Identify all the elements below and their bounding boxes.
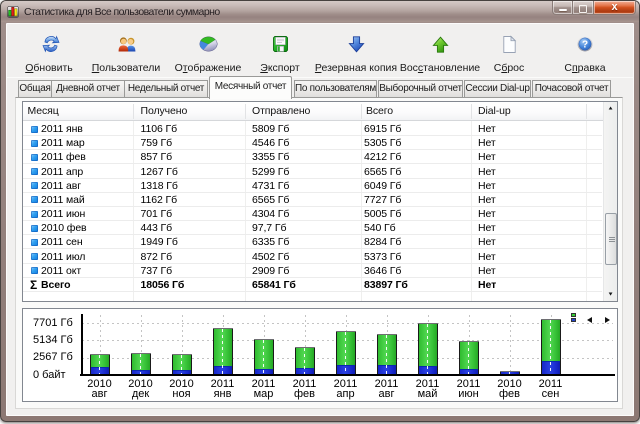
- svg-text:?: ?: [582, 40, 588, 51]
